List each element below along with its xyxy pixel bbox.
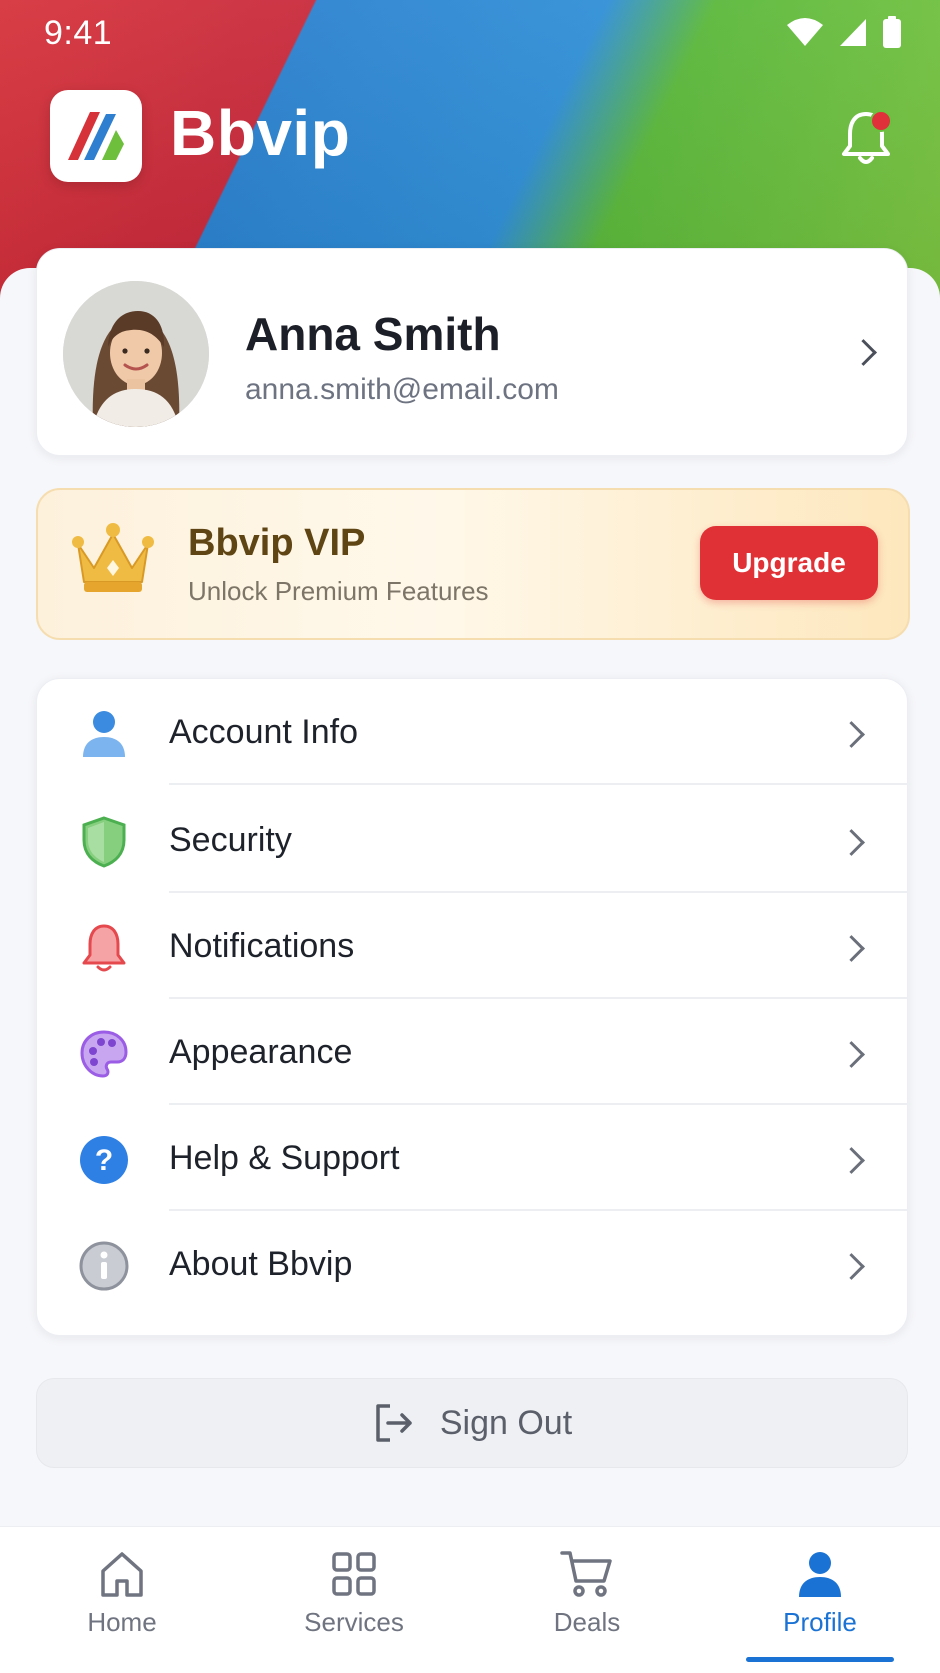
nav-label: Profile [783,1607,857,1637]
upgrade-button[interactable]: Upgrade [700,526,878,600]
status-bar: 9:41 [0,10,940,54]
grid-icon [332,1552,376,1596]
battery-icon [883,16,901,48]
menu-item-help-support[interactable]: ? Help & Support [37,1105,907,1211]
status-time: 9:41 [44,14,113,52]
crown-icon [72,523,154,592]
bottom-navigation: Home Services Deals Profile [0,1526,940,1673]
person-icon [799,1552,841,1597]
notifications-button[interactable] [840,108,892,168]
vip-subtitle: Unlock Premium Features [188,576,489,606]
chevron-right-icon [850,339,877,366]
menu-item-label: Security [169,821,292,859]
sign-out-button[interactable]: Sign Out [36,1378,908,1468]
svg-text:?: ? [95,1144,113,1177]
sign-out-label: Sign Out [439,1403,573,1442]
chevron-right-icon [838,1253,865,1280]
divider [169,783,907,785]
home-icon [101,1552,143,1597]
menu-item-label: Account Info [169,713,359,751]
vip-banner: Bbvip VIP Unlock Premium Features Upgrad… [36,488,910,640]
active-tab-indicator [746,1657,894,1662]
nav-label: Home [87,1607,157,1637]
menu-item-account-info[interactable]: Account Info [37,679,907,785]
nav-tab-services[interactable]: Services [264,1549,444,1659]
menu-item-security[interactable]: Security [37,787,907,893]
logo-mark-icon [68,112,124,160]
nav-tab-home[interactable]: Home [32,1549,212,1659]
app-logo [50,90,142,182]
profile-card[interactable]: Anna Smith anna.smith@email.com [36,248,908,456]
nav-tab-deals[interactable]: Deals [497,1549,677,1659]
cart-icon [560,1551,612,1597]
menu-item-appearance[interactable]: Appearance [37,999,907,1105]
vip-title: Bbvip VIP [188,522,366,564]
shield-icon [79,816,129,868]
menu-item-label: Notifications [169,927,355,965]
status-icons [786,16,902,48]
chevron-right-icon [838,721,865,748]
wifi-icon [787,18,823,46]
chevron-right-icon [838,1147,865,1174]
person-icon [79,709,129,759]
info-icon [79,1241,129,1291]
nav-label: Services [304,1607,404,1637]
signal-icon [840,19,866,46]
menu-item-label: Appearance [169,1033,353,1071]
menu-item-label: Help & Support [169,1139,400,1177]
notification-badge [870,110,892,132]
sign-out-icon [376,1404,412,1442]
menu-item-about[interactable]: About Bbvip [37,1211,907,1317]
chevron-right-icon [838,1041,865,1068]
avatar [63,281,209,427]
chevron-right-icon [838,829,865,856]
chevron-right-icon [838,935,865,962]
profile-name: Anna Smith [245,308,501,360]
app-title: Bbvip [170,97,351,169]
profile-email: anna.smith@email.com [245,373,559,406]
bell-icon [79,923,129,973]
menu-item-label: About Bbvip [169,1245,353,1283]
help-icon: ? [79,1135,129,1185]
palette-icon [79,1029,129,1079]
menu-item-notifications[interactable]: Notifications [37,893,907,999]
nav-tab-profile[interactable]: Profile [730,1549,910,1659]
nav-label: Deals [553,1607,621,1637]
settings-menu: Account Info Security Notifications Appe… [36,678,908,1336]
